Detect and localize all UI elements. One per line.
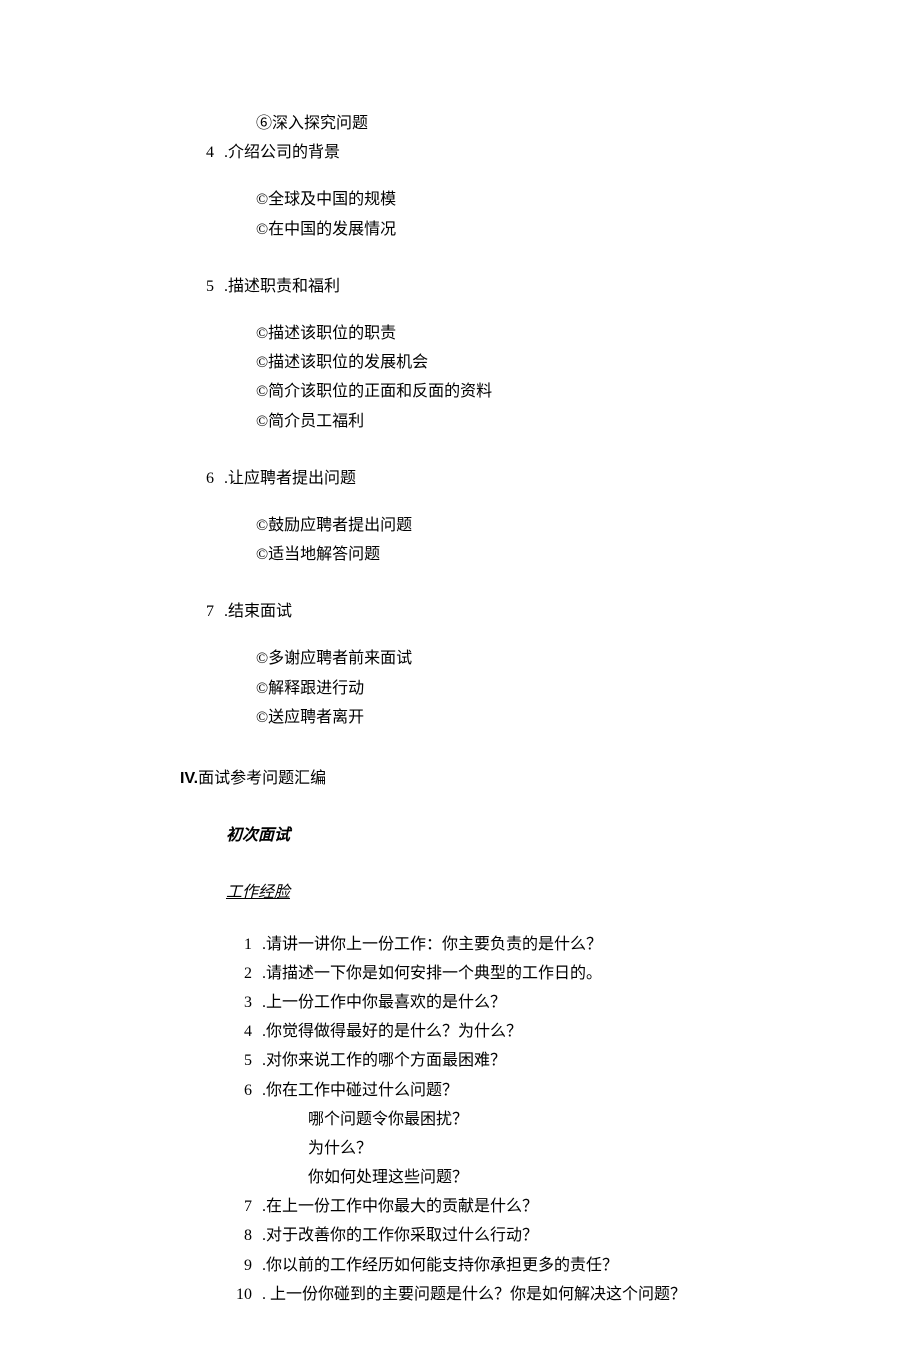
- document-page: ⑥深入探究问题 4 .介绍公司的背景 ©全球及中国的规模 ©在中国的发展情况 5…: [0, 0, 920, 1370]
- section-6-heading: 6 .让应聘者提出问题: [180, 465, 740, 492]
- question-number: 9: [226, 1252, 262, 1279]
- question-row: 9 .你以前的工作经历如何能支持你承担更多的责任？: [226, 1252, 740, 1279]
- question-number: 7: [226, 1193, 262, 1220]
- question-text: . 上一份你碰到的主要问题是什么？你是如何解决这个问题？: [262, 1281, 740, 1308]
- question-sub: 为什么？: [226, 1135, 740, 1162]
- question-row: 4 .你觉得做得最好的是什么？为什么？: [226, 1018, 740, 1045]
- question-row: 8 .对于改善你的工作你采取过什么行动？: [226, 1222, 740, 1249]
- roman-numeral: IV.: [180, 770, 198, 787]
- section-4-heading: 4 .介绍公司的背景: [180, 139, 740, 166]
- initial-interview-heading: 初次面试: [180, 822, 740, 849]
- item: ©描述该职位的发展机会: [256, 349, 740, 376]
- item: ©适当地解答问题: [256, 541, 740, 568]
- question-sub: 你如何处理这些问题？: [226, 1164, 740, 1191]
- heading-text: 工作经脸: [226, 884, 290, 901]
- work-experience-heading: 工作经脸: [180, 879, 740, 906]
- question-row: 10 . 上一份你碰到的主要问题是什么？你是如何解决这个问题？: [226, 1281, 740, 1308]
- question-number: 8: [226, 1222, 262, 1249]
- section-5-heading: 5 .描述职责和福利: [180, 273, 740, 300]
- question-text: .对于改善你的工作你采取过什么行动？: [262, 1222, 740, 1249]
- question-number: 6: [226, 1077, 262, 1104]
- question-row: 5 .对你来说工作的哪个方面最困难？: [226, 1047, 740, 1074]
- item: ©在中国的发展情况: [256, 216, 740, 243]
- question-number: 4: [226, 1018, 262, 1045]
- section-title: .介绍公司的背景: [224, 139, 740, 166]
- question-text: .对你来说工作的哪个方面最困难？: [262, 1047, 740, 1074]
- item: ©全球及中国的规模: [256, 186, 740, 213]
- question-text: .你在工作中碰过什么问题？: [262, 1077, 740, 1104]
- heading-text: 初次面试: [226, 827, 290, 844]
- question-number: 3: [226, 989, 262, 1016]
- question-text: .你以前的工作经历如何能支持你承担更多的责任？: [262, 1252, 740, 1279]
- section-number: 6: [180, 465, 224, 492]
- item: ©鼓励应聘者提出问题: [256, 512, 740, 539]
- section-6-items: ©鼓励应聘者提出问题 ©适当地解答问题: [180, 512, 740, 568]
- question-text: .请描述一下你是如何安排一个典型的工作日的。: [262, 960, 740, 987]
- question-list: 1 .请讲一讲你上一份工作：你主要负责的是什么？ 2 .请描述一下你是如何安排一…: [180, 931, 740, 1308]
- section-number: 5: [180, 273, 224, 300]
- question-text: .请讲一讲你上一份工作：你主要负责的是什么？: [262, 931, 740, 958]
- section-iv-heading: IV.面试参考问题汇编: [180, 765, 740, 792]
- question-number: 2: [226, 960, 262, 987]
- text: ⑥深入探究问题: [256, 115, 368, 132]
- item: ©简介该职位的正面和反面的资料: [256, 378, 740, 405]
- section-title: .让应聘者提出问题: [224, 465, 740, 492]
- question-text: .上一份工作中你最喜欢的是什么？: [262, 989, 740, 1016]
- question-row: 7 .在上一份工作中你最大的贡献是什么？: [226, 1193, 740, 1220]
- item: ©简介员工福利: [256, 408, 740, 435]
- section-iv-title: 面试参考问题汇编: [198, 770, 326, 787]
- section-title: .结束面试: [224, 598, 740, 625]
- item: ©解释跟进行动: [256, 675, 740, 702]
- section-title: .描述职责和福利: [224, 273, 740, 300]
- question-row: 2 .请描述一下你是如何安排一个典型的工作日的。: [226, 960, 740, 987]
- section-7-heading: 7 .结束面试: [180, 598, 740, 625]
- section-5-items: ©描述该职位的职责 ©描述该职位的发展机会 ©简介该职位的正面和反面的资料 ©简…: [180, 320, 740, 435]
- section-3-item-6: ⑥深入探究问题: [180, 110, 740, 137]
- question-number: 1: [226, 931, 262, 958]
- question-text: .你觉得做得最好的是什么？为什么？: [262, 1018, 740, 1045]
- question-number: 5: [226, 1047, 262, 1074]
- section-4-items: ©全球及中国的规模 ©在中国的发展情况: [180, 186, 740, 242]
- question-row: 3 .上一份工作中你最喜欢的是什么？: [226, 989, 740, 1016]
- item: ©送应聘者离开: [256, 704, 740, 731]
- section-number: 4: [180, 139, 224, 166]
- question-number: 10: [226, 1281, 262, 1308]
- question-row: 1 .请讲一讲你上一份工作：你主要负责的是什么？: [226, 931, 740, 958]
- item: ©多谢应聘者前来面试: [256, 645, 740, 672]
- item: ©描述该职位的职责: [256, 320, 740, 347]
- section-7-items: ©多谢应聘者前来面试 ©解释跟进行动 ©送应聘者离开: [180, 645, 740, 731]
- question-sub: 哪个问题令你最困扰？: [226, 1106, 740, 1133]
- question-text: .在上一份工作中你最大的贡献是什么？: [262, 1193, 740, 1220]
- question-row: 6 .你在工作中碰过什么问题？: [226, 1077, 740, 1104]
- section-number: 7: [180, 598, 224, 625]
